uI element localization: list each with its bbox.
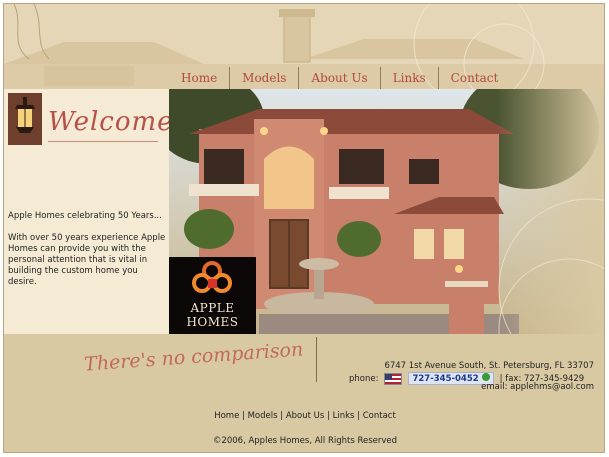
address-text: 6747 1st Avenue South, St. Petersburg, F… bbox=[384, 361, 594, 371]
welcome-heading: Welcome bbox=[48, 107, 174, 137]
footer-link-models[interactable]: Models bbox=[248, 411, 278, 421]
logo-name-line1: APPLE bbox=[190, 301, 235, 315]
nav-about-us[interactable]: About Us bbox=[298, 67, 379, 89]
page-frame: Home Models About Us Links Contact Welco… bbox=[3, 3, 605, 453]
nav-links[interactable]: Links bbox=[379, 67, 438, 89]
footer-nav: Home | Models | About Us | Links | Conta… bbox=[214, 411, 396, 421]
nav-contact[interactable]: Contact bbox=[437, 67, 511, 89]
logo-name-line2: HOMES bbox=[186, 315, 239, 329]
welcome-underline bbox=[48, 141, 158, 142]
footer-link-about-us[interactable]: About Us bbox=[286, 411, 324, 421]
intro-text: With over 50 years experience Apple Home… bbox=[8, 233, 166, 287]
footer-link-contact[interactable]: Contact bbox=[363, 411, 396, 421]
welcome-panel: Welcome Apple Homes celebrating 50 Years… bbox=[4, 89, 173, 334]
nav-models[interactable]: Models bbox=[229, 67, 298, 89]
main-nav: Home Models About Us Links Contact bbox=[169, 67, 510, 89]
call-icon bbox=[481, 373, 490, 381]
footer-link-home[interactable]: Home bbox=[214, 411, 239, 421]
lantern-image bbox=[8, 93, 42, 145]
email-text[interactable]: email: applehms@aol.com bbox=[334, 382, 594, 392]
copyright-text: ©2006, Apples Homes, All Rights Reserved bbox=[212, 436, 398, 446]
apple-homes-logo[interactable]: APPLE HOMES bbox=[169, 257, 256, 334]
nav-home[interactable]: Home bbox=[169, 67, 229, 89]
footer-link-links[interactable]: Links bbox=[333, 411, 355, 421]
celebrate-text: Apple Homes celebrating 50 Years... bbox=[8, 211, 162, 221]
site-header: Home Models About Us Links Contact bbox=[4, 4, 604, 89]
logo-mark-icon bbox=[192, 261, 232, 293]
divider bbox=[316, 337, 317, 382]
